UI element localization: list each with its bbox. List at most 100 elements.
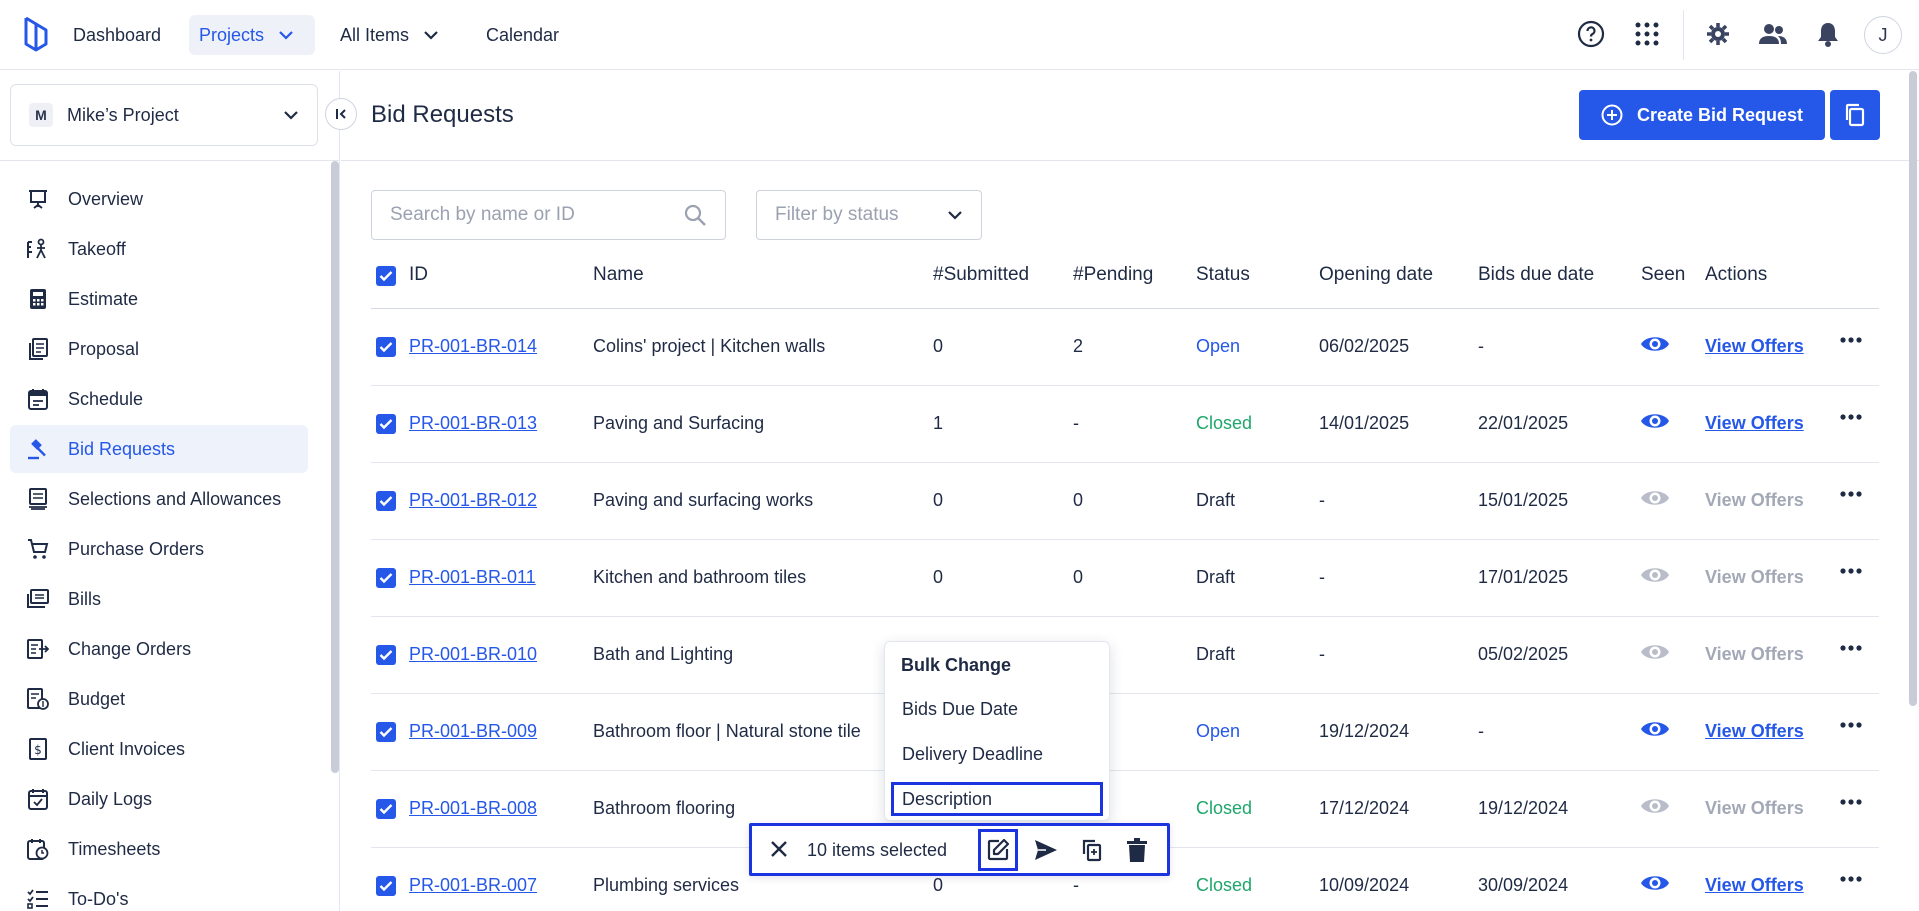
sidebar-item-bills[interactable]: Bills — [10, 575, 308, 623]
view-offers-link[interactable]: View Offers — [1705, 567, 1804, 588]
nav-all-items[interactable]: All Items — [330, 15, 449, 55]
page-header: Bid Requests Create Bid Request — [341, 71, 1919, 161]
copy-button[interactable] — [1830, 90, 1880, 140]
bid-request-id-link[interactable]: PR-001-BR-012 — [409, 490, 537, 511]
view-offers-link[interactable]: View Offers — [1705, 875, 1804, 896]
row-checkbox[interactable] — [376, 337, 396, 357]
avatar[interactable]: J — [1864, 16, 1902, 54]
more-options-icon[interactable] — [1840, 722, 1862, 728]
nav-projects[interactable]: Projects — [189, 15, 315, 55]
eye-icon — [1640, 333, 1670, 355]
sidebar-item-timesheets[interactable]: Timesheets — [10, 825, 308, 873]
row-checkbox[interactable] — [376, 491, 396, 511]
header-bids-due-date[interactable]: Bids due date — [1478, 264, 1594, 286]
cell-pending: - — [1073, 413, 1079, 433]
table-row[interactable]: PR-001-BR-014 Colins' project | Kitchen w… — [371, 309, 1879, 386]
more-options-icon[interactable] — [1840, 799, 1862, 805]
eye-icon — [1640, 641, 1670, 663]
bid-request-id-link[interactable]: PR-001-BR-007 — [409, 875, 537, 896]
header-status[interactable]: Status — [1196, 264, 1250, 286]
header-submitted[interactable]: #Submitted — [933, 264, 1029, 286]
view-offers-link[interactable]: View Offers — [1705, 413, 1804, 434]
sidebar-item-client-invoices[interactable]: $ Client Invoices — [10, 725, 308, 773]
nav-calendar[interactable]: Calendar — [476, 15, 569, 55]
close-icon[interactable] — [768, 838, 790, 860]
project-selector[interactable]: M Mike’s Project — [10, 84, 318, 146]
app-logo-icon[interactable] — [20, 14, 50, 54]
sidebar-item-takeoff[interactable]: Takeoff — [10, 225, 308, 273]
row-checkbox[interactable] — [376, 414, 396, 434]
table-row[interactable]: PR-001-BR-013 Paving and Surfacing 1 - Close… — [371, 386, 1879, 463]
sidebar-item-estimate[interactable]: Estimate — [10, 275, 308, 323]
bell-icon[interactable] — [1813, 19, 1843, 49]
header-name[interactable]: Name — [593, 264, 644, 286]
header-id[interactable]: ID — [409, 264, 428, 286]
bid-request-id-link[interactable]: PR-001-BR-013 — [409, 413, 537, 434]
main-scrollbar[interactable] — [1909, 71, 1917, 706]
select-all-checkbox[interactable] — [376, 266, 396, 286]
sidebar-item-budget[interactable]: Budget — [10, 675, 308, 723]
sidebar-item-label: Purchase Orders — [68, 538, 205, 559]
help-icon[interactable] — [1576, 19, 1606, 49]
more-options-icon[interactable] — [1840, 645, 1862, 651]
row-checkbox[interactable] — [376, 799, 396, 819]
sidebar-scrollbar[interactable] — [331, 161, 339, 773]
bid-request-id-link[interactable]: PR-001-BR-014 — [409, 336, 537, 357]
bid-request-id-link[interactable]: PR-001-BR-008 — [409, 798, 537, 819]
view-offers-link[interactable]: View Offers — [1705, 336, 1804, 357]
collapse-sidebar-button[interactable] — [325, 98, 357, 130]
table-row[interactable]: PR-001-BR-009 Bathroom floor | Natural st… — [371, 694, 1879, 771]
more-options-icon[interactable] — [1840, 337, 1862, 343]
row-checkbox[interactable] — [376, 876, 396, 896]
search-input[interactable] — [390, 204, 683, 226]
cell-name: Paving and Surfacing — [593, 413, 765, 433]
bid-request-id-link[interactable]: PR-001-BR-010 — [409, 644, 537, 665]
bid-request-id-link[interactable]: PR-001-BR-011 — [409, 567, 536, 588]
send-icon[interactable] — [1031, 835, 1061, 865]
sidebar-item-purchase-orders[interactable]: Purchase Orders — [10, 525, 308, 573]
status-badge: Closed — [1196, 875, 1253, 895]
view-offers-link[interactable]: View Offers — [1705, 798, 1804, 819]
table-row[interactable]: PR-001-BR-010 Bath and Lighting Draft - 05/0… — [371, 617, 1879, 694]
bulk-option-delivery-deadline[interactable]: Delivery Deadline — [891, 737, 1103, 771]
header-pending[interactable]: #Pending — [1073, 264, 1153, 286]
duplicate-icon[interactable] — [1077, 835, 1107, 865]
sidebar-item-proposal[interactable]: Proposal — [10, 325, 308, 373]
row-checkbox[interactable] — [376, 568, 396, 588]
search-icon[interactable] — [683, 203, 707, 227]
view-offers-link[interactable]: View Offers — [1705, 644, 1804, 665]
more-options-icon[interactable] — [1840, 568, 1862, 574]
edit-icon[interactable] — [978, 829, 1018, 871]
sidebar-item-to-do-s[interactable]: To-Do's — [10, 875, 308, 911]
table-row[interactable]: PR-001-BR-011 Kitchen and bathroom tiles 0… — [371, 540, 1879, 617]
sidebar-item-bid-requests[interactable]: Bid Requests — [10, 425, 308, 473]
sidebar-item-daily-logs[interactable]: Daily Logs — [10, 775, 308, 823]
cell-pending: 0 — [1073, 567, 1084, 587]
gear-icon[interactable] — [1703, 19, 1733, 49]
bid-request-id-link[interactable]: PR-001-BR-009 — [409, 721, 537, 742]
more-options-icon[interactable] — [1840, 491, 1862, 497]
sidebar-item-label: Bills — [68, 588, 102, 609]
sidebar-item-label: Selections and Allowances — [68, 488, 282, 509]
table-row[interactable]: PR-001-BR-012 Paving and surfacing works 0… — [371, 463, 1879, 540]
bulk-option-bids-due-date[interactable]: Bids Due Date — [891, 692, 1103, 726]
sidebar-item-change-orders[interactable]: Change Orders — [10, 625, 308, 673]
sidebar-item-overview[interactable]: Overview — [10, 175, 308, 223]
status-badge: Open — [1196, 721, 1241, 741]
row-checkbox[interactable] — [376, 645, 396, 665]
users-icon[interactable] — [1758, 19, 1788, 49]
sidebar-item-selections-and-allowances[interactable]: Selections and Allowances — [10, 475, 308, 523]
trash-icon[interactable] — [1122, 835, 1152, 865]
status-filter-select[interactable]: Filter by status — [756, 190, 982, 240]
create-bid-request-button[interactable]: Create Bid Request — [1579, 90, 1825, 140]
header-opening-date[interactable]: Opening date — [1319, 264, 1433, 286]
more-options-icon[interactable] — [1840, 414, 1862, 420]
row-checkbox[interactable] — [376, 722, 396, 742]
nav-dashboard[interactable]: Dashboard — [63, 15, 171, 55]
apps-grid-icon[interactable] — [1632, 19, 1662, 49]
bulk-option-description[interactable]: Description — [891, 782, 1103, 816]
sidebar-item-schedule[interactable]: Schedule — [10, 375, 308, 423]
more-options-icon[interactable] — [1840, 876, 1862, 882]
view-offers-link[interactable]: View Offers — [1705, 490, 1804, 511]
view-offers-link[interactable]: View Offers — [1705, 721, 1804, 742]
